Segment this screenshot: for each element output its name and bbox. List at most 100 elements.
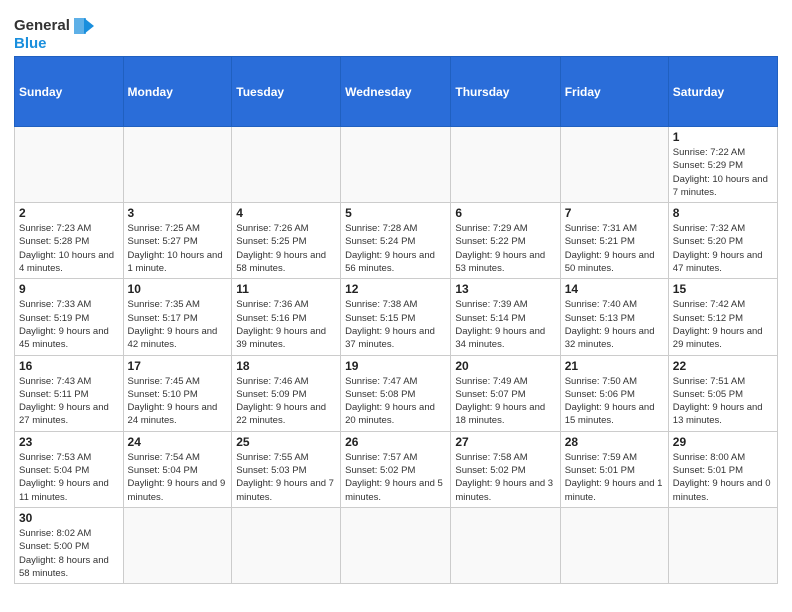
day-info: Sunrise: 7:39 AMSunset: 5:14 PMDaylight:… [455,298,555,351]
calendar-cell: 30 Sunrise: 8:02 AMSunset: 5:00 PMDayligh… [15,507,124,583]
day-info: Sunrise: 7:42 AMSunset: 5:12 PMDaylight:… [673,298,773,351]
page-header: GeneralBlue [14,10,778,52]
day-number: 1 [673,130,773,144]
day-info: Sunrise: 7:57 AMSunset: 5:02 PMDaylight:… [345,451,446,504]
calendar-table: SundayMondayTuesdayWednesdayThursdayFrid… [14,56,778,584]
day-number: 27 [455,435,555,449]
calendar-cell: 5 Sunrise: 7:28 AMSunset: 5:24 PMDaylight… [341,203,451,279]
day-number: 20 [455,359,555,373]
day-info: Sunrise: 7:26 AMSunset: 5:25 PMDaylight:… [236,222,336,275]
day-number: 10 [128,282,228,296]
day-number: 22 [673,359,773,373]
day-number: 19 [345,359,446,373]
day-info: Sunrise: 7:47 AMSunset: 5:08 PMDaylight:… [345,375,446,428]
calendar-cell: 22 Sunrise: 7:51 AMSunset: 5:05 PMDayligh… [668,355,777,431]
calendar-week-4: 16 Sunrise: 7:43 AMSunset: 5:11 PMDayligh… [15,355,778,431]
day-number: 26 [345,435,446,449]
calendar-cell [232,507,341,583]
day-number: 24 [128,435,228,449]
calendar-cell: 19 Sunrise: 7:47 AMSunset: 5:08 PMDayligh… [341,355,451,431]
calendar-cell [123,127,232,203]
day-info: Sunrise: 7:45 AMSunset: 5:10 PMDaylight:… [128,375,228,428]
day-number: 23 [19,435,119,449]
calendar-cell: 27 Sunrise: 7:58 AMSunset: 5:02 PMDayligh… [451,431,560,507]
day-info: Sunrise: 7:33 AMSunset: 5:19 PMDaylight:… [19,298,119,351]
calendar-cell: 4 Sunrise: 7:26 AMSunset: 5:25 PMDaylight… [232,203,341,279]
day-info: Sunrise: 7:23 AMSunset: 5:28 PMDaylight:… [19,222,119,275]
day-number: 4 [236,206,336,220]
calendar-cell: 1 Sunrise: 7:22 AMSunset: 5:29 PMDaylight… [668,127,777,203]
generalblue-logo-icon: GeneralBlue [14,14,94,52]
svg-text:General: General [14,17,70,34]
day-info: Sunrise: 7:54 AMSunset: 5:04 PMDaylight:… [128,451,228,504]
calendar-cell: 18Sunrise: 7:46 AMSunset: 5:09 PMDayligh… [232,355,341,431]
day-number: 8 [673,206,773,220]
calendar-cell: 24 Sunrise: 7:54 AMSunset: 5:04 PMDayligh… [123,431,232,507]
calendar-cell: 25 Sunrise: 7:55 AMSunset: 5:03 PMDayligh… [232,431,341,507]
weekday-header-wednesday: Wednesday [341,57,451,127]
calendar-cell [560,127,668,203]
calendar-cell: 29 Sunrise: 8:00 AMSunset: 5:01 PMDayligh… [668,431,777,507]
calendar-cell: 14 Sunrise: 7:40 AMSunset: 5:13 PMDayligh… [560,279,668,355]
day-info: Sunrise: 8:02 AMSunset: 5:00 PMDaylight:… [19,527,119,580]
day-info: Sunrise: 7:29 AMSunset: 5:22 PMDaylight:… [455,222,555,275]
weekday-header-saturday: Saturday [668,57,777,127]
day-info: Sunrise: 7:51 AMSunset: 5:05 PMDaylight:… [673,375,773,428]
calendar-cell [341,507,451,583]
day-number: 25 [236,435,336,449]
day-info: Sunrise: 8:00 AMSunset: 5:01 PMDaylight:… [673,451,773,504]
day-number: 2 [19,206,119,220]
day-number: 30 [19,511,119,525]
day-number: 21 [565,359,664,373]
calendar-cell [232,127,341,203]
day-info: Sunrise: 7:55 AMSunset: 5:03 PMDaylight:… [236,451,336,504]
day-number: 5 [345,206,446,220]
day-number: 7 [565,206,664,220]
weekday-header-sunday: Sunday [15,57,124,127]
day-info: Sunrise: 7:43 AMSunset: 5:11 PMDaylight:… [19,375,119,428]
calendar-week-3: 9 Sunrise: 7:33 AMSunset: 5:19 PMDaylight… [15,279,778,355]
day-number: 17 [128,359,228,373]
calendar-cell: 23 Sunrise: 7:53 AMSunset: 5:04 PMDayligh… [15,431,124,507]
logo: GeneralBlue [14,14,94,52]
day-info: Sunrise: 7:36 AMSunset: 5:16 PMDaylight:… [236,298,336,351]
calendar-cell: 21Sunrise: 7:50 AMSunset: 5:06 PMDayligh… [560,355,668,431]
svg-text:Blue: Blue [14,35,47,52]
day-number: 11 [236,282,336,296]
calendar-cell [15,127,124,203]
day-number: 14 [565,282,664,296]
calendar-cell: 3 Sunrise: 7:25 AMSunset: 5:27 PMDaylight… [123,203,232,279]
day-number: 3 [128,206,228,220]
day-info: Sunrise: 7:58 AMSunset: 5:02 PMDaylight:… [455,451,555,504]
calendar-week-2: 2 Sunrise: 7:23 AMSunset: 5:28 PMDaylight… [15,203,778,279]
day-number: 16 [19,359,119,373]
calendar-cell: 6Sunrise: 7:29 AMSunset: 5:22 PMDaylight… [451,203,560,279]
calendar-week-1: 1 Sunrise: 7:22 AMSunset: 5:29 PMDaylight… [15,127,778,203]
day-info: Sunrise: 7:49 AMSunset: 5:07 PMDaylight:… [455,375,555,428]
weekday-header-monday: Monday [123,57,232,127]
day-info: Sunrise: 7:22 AMSunset: 5:29 PMDaylight:… [673,146,773,199]
day-number: 9 [19,282,119,296]
day-number: 15 [673,282,773,296]
calendar-week-6: 30 Sunrise: 8:02 AMSunset: 5:00 PMDayligh… [15,507,778,583]
day-number: 29 [673,435,773,449]
calendar-cell: 8Sunrise: 7:32 AMSunset: 5:20 PMDaylight… [668,203,777,279]
day-info: Sunrise: 7:25 AMSunset: 5:27 PMDaylight:… [128,222,228,275]
day-info: Sunrise: 7:53 AMSunset: 5:04 PMDaylight:… [19,451,119,504]
weekday-header-friday: Friday [560,57,668,127]
calendar-cell: 16 Sunrise: 7:43 AMSunset: 5:11 PMDayligh… [15,355,124,431]
calendar-cell: 7Sunrise: 7:31 AMSunset: 5:21 PMDaylight… [560,203,668,279]
day-number: 12 [345,282,446,296]
day-info: Sunrise: 7:28 AMSunset: 5:24 PMDaylight:… [345,222,446,275]
calendar-cell: 28 Sunrise: 7:59 AMSunset: 5:01 PMDayligh… [560,431,668,507]
calendar-cell [560,507,668,583]
day-info: Sunrise: 7:59 AMSunset: 5:01 PMDaylight:… [565,451,664,504]
calendar-cell: 12Sunrise: 7:38 AMSunset: 5:15 PMDayligh… [341,279,451,355]
day-info: Sunrise: 7:40 AMSunset: 5:13 PMDaylight:… [565,298,664,351]
calendar-cell: 26 Sunrise: 7:57 AMSunset: 5:02 PMDayligh… [341,431,451,507]
calendar-cell [451,507,560,583]
day-number: 28 [565,435,664,449]
calendar-cell: 9 Sunrise: 7:33 AMSunset: 5:19 PMDaylight… [15,279,124,355]
calendar-cell [668,507,777,583]
calendar-cell: 13Sunrise: 7:39 AMSunset: 5:14 PMDayligh… [451,279,560,355]
